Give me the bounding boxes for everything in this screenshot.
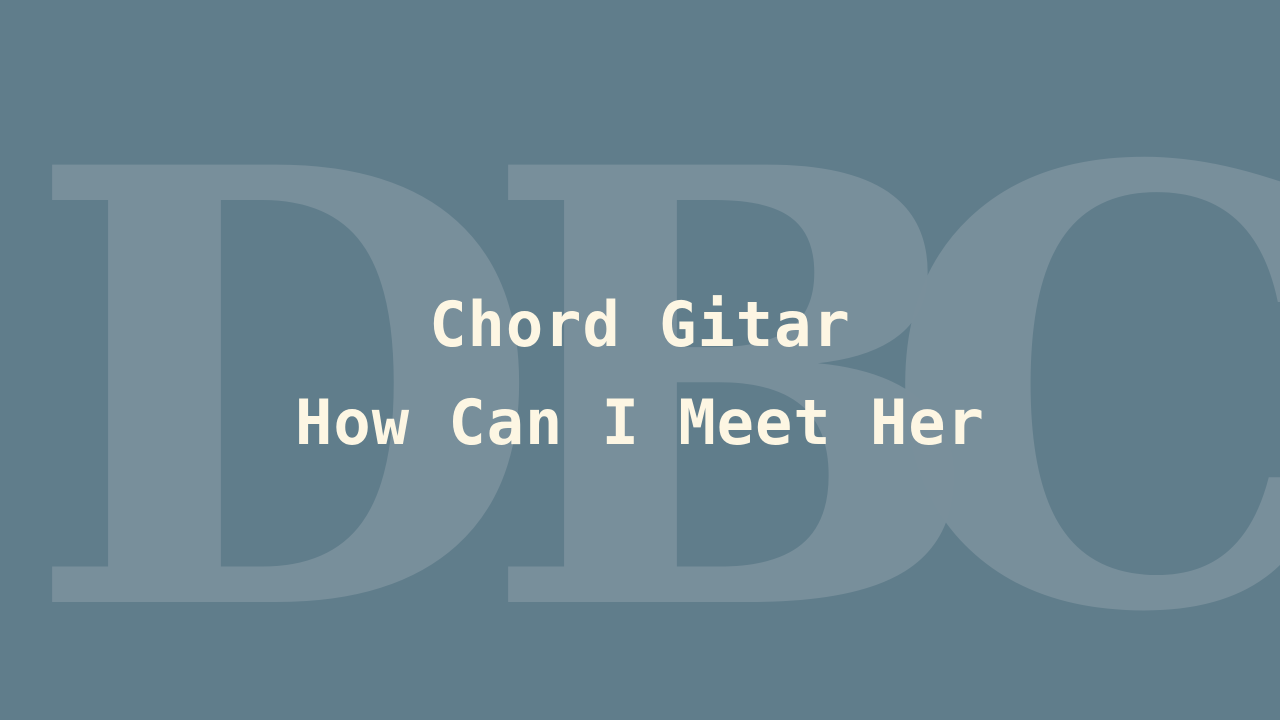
title-line-2: How Can I Meet Her: [295, 386, 985, 459]
title-line-1: Chord Gitar: [429, 288, 851, 361]
page-title: Chord Gitar How Can I Meet Her: [0, 276, 1280, 472]
